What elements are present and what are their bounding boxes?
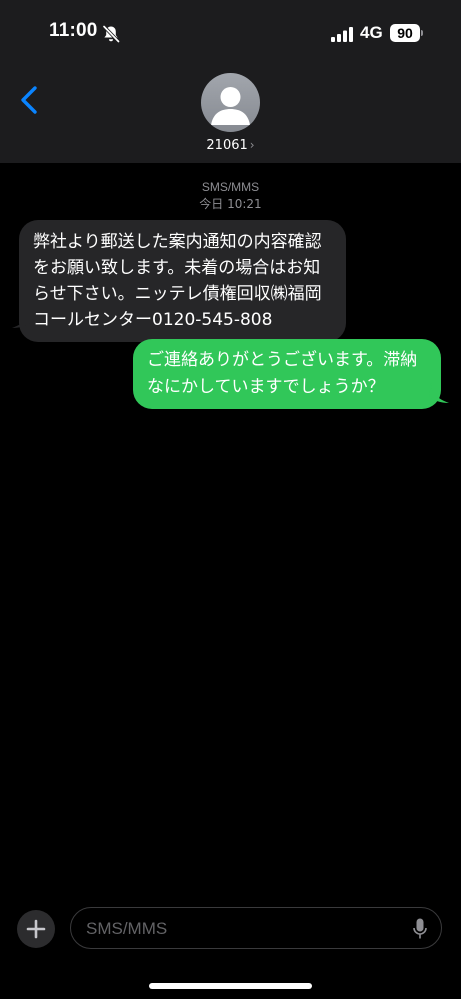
battery-tip: [421, 30, 423, 36]
message-input-placeholder: SMS/MMS: [86, 919, 168, 938]
back-button[interactable]: [14, 84, 44, 116]
message-input-field[interactable]: SMS/MMS: [70, 907, 442, 949]
incoming-bubble-tail: [12, 308, 32, 328]
person-icon: [211, 87, 250, 125]
messages-screen: 11:00 4G 90 21061 › SMS/MMS 今日 10:21 弊社よ…: [0, 0, 461, 999]
add-attachment-button[interactable]: [17, 910, 55, 948]
contact-name: 21061: [206, 138, 248, 153]
outgoing-message-bubble[interactable]: ご連絡ありがとうございます。滞納なにかしていますでしょうか？: [133, 339, 441, 409]
plus-icon: [26, 919, 46, 939]
chevron-right-icon: ›: [249, 138, 255, 152]
conversation-header: 11:00 4G 90 21061 ›: [0, 0, 461, 163]
cellular-signal-icon: [331, 27, 353, 42]
service-label: SMS/MMS: [201, 180, 260, 194]
bell-slash-icon: [102, 25, 120, 43]
home-indicator[interactable]: [149, 983, 312, 989]
microphone-icon[interactable]: [413, 918, 427, 940]
contact-name-button[interactable]: 21061 ›: [0, 138, 461, 153]
network-type-label: 4G: [360, 23, 383, 42]
message-timestamp: 今日 10:21: [199, 197, 262, 211]
contact-avatar[interactable]: [201, 73, 260, 132]
outgoing-bubble-tail: [429, 383, 449, 403]
incoming-message-bubble[interactable]: 弊社より郵送した案内通知の内容確認をお願い致します。未着の場合はお知らせ下さい。…: [19, 220, 346, 342]
status-bar: 11:00 4G 90: [0, 0, 461, 66]
battery-indicator: 90: [390, 24, 420, 42]
status-time: 11:00: [49, 20, 98, 41]
